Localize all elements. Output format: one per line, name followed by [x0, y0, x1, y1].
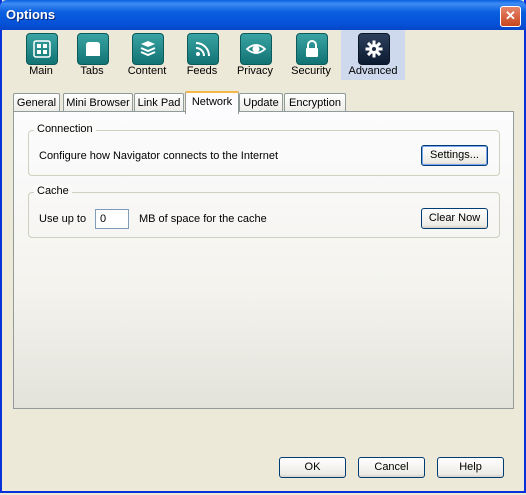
- content-icon: [132, 33, 164, 65]
- toolbar-label-content: Content: [127, 65, 167, 77]
- toolbar-item-tabs[interactable]: Tabs: [74, 30, 110, 80]
- options-window: Options ✕ Main Tabs Content Feeds Privac…: [0, 0, 526, 493]
- cancel-button[interactable]: Cancel: [358, 457, 425, 478]
- lock-icon: [296, 33, 328, 65]
- cache-size-label: Use up to: [39, 213, 87, 225]
- toolbar-item-privacy[interactable]: Privacy: [234, 30, 276, 80]
- network-panel: Connection Configure how Navigator conne…: [13, 111, 514, 409]
- cache-group: Cache Use up to 0 MB of space for the ca…: [28, 185, 500, 238]
- toolbar-label-tabs: Tabs: [80, 65, 104, 77]
- cache-size-input[interactable]: 0: [95, 209, 129, 229]
- tab-update[interactable]: Update: [239, 93, 283, 112]
- title-bar[interactable]: Options ✕: [0, 0, 526, 30]
- cache-group-title: Cache: [34, 185, 72, 197]
- tab-network[interactable]: Network: [185, 91, 239, 114]
- grid-icon: [26, 33, 58, 65]
- toolbar-label-advanced: Advanced: [348, 65, 398, 77]
- tab-encryption[interactable]: Encryption: [284, 93, 346, 112]
- toolbar-label-main: Main: [29, 65, 53, 77]
- toolbar-item-main[interactable]: Main: [18, 30, 64, 80]
- ok-button[interactable]: OK: [279, 457, 346, 478]
- toolbar-label-feeds: Feeds: [186, 65, 218, 77]
- connection-description: Configure how Navigator connects to the …: [39, 150, 279, 162]
- settings-button[interactable]: Settings...: [421, 145, 488, 166]
- toolbar-item-security[interactable]: Security: [288, 30, 334, 80]
- cache-size-suffix: MB of space for the cache: [139, 213, 267, 225]
- gear-icon: [358, 33, 390, 65]
- toolbar-item-advanced[interactable]: Advanced: [341, 30, 405, 80]
- eye-icon: [240, 33, 272, 65]
- tabs-icon: [77, 33, 109, 65]
- toolbar-label-privacy: Privacy: [236, 65, 274, 77]
- help-button[interactable]: Help: [437, 457, 504, 478]
- close-button[interactable]: ✕: [500, 6, 521, 27]
- tab-mini-browser[interactable]: Mini Browser: [63, 93, 133, 112]
- connection-group: Connection Configure how Navigator conne…: [28, 123, 500, 176]
- connection-group-title: Connection: [34, 123, 96, 135]
- tab-general[interactable]: General: [13, 93, 60, 112]
- window-title: Options: [6, 7, 56, 22]
- toolbar-item-feeds[interactable]: Feeds: [182, 30, 222, 80]
- clear-cache-button[interactable]: Clear Now: [421, 208, 488, 229]
- toolbar-label-security: Security: [291, 65, 331, 77]
- feed-icon: [187, 33, 219, 65]
- tab-link-pad[interactable]: Link Pad: [134, 93, 184, 112]
- toolbar-item-content[interactable]: Content: [122, 30, 172, 80]
